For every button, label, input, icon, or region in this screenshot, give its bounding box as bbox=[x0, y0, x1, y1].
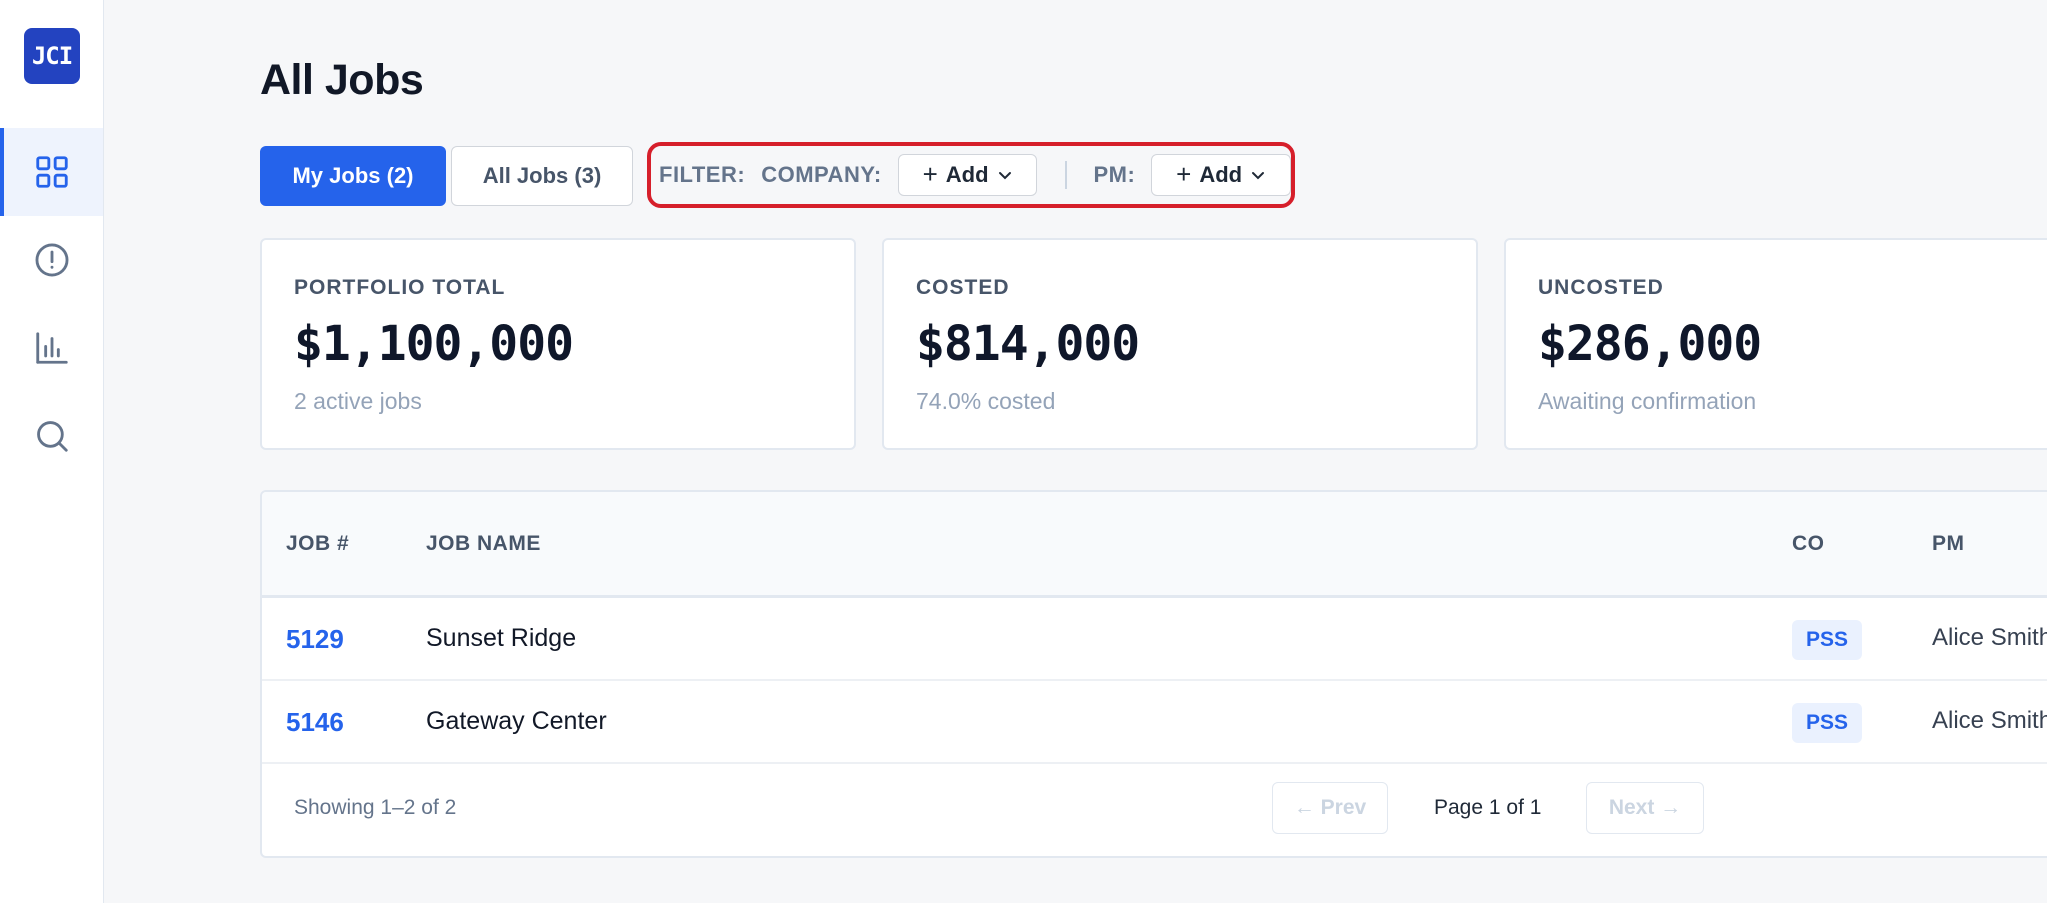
filter-label: FILTER: bbox=[659, 162, 746, 187]
plus-icon: + bbox=[922, 158, 938, 189]
pm-add-label: Add bbox=[1199, 162, 1243, 187]
job-name: Gateway Center bbox=[426, 707, 607, 735]
job-number-link[interactable]: 5146 bbox=[286, 707, 344, 738]
page-title: All Jobs bbox=[260, 56, 424, 104]
grid-icon bbox=[35, 156, 68, 188]
pm-add-button[interactable]: + Add bbox=[1151, 154, 1291, 196]
portfolio-total-card: PORTFOLIO TOTAL $1,100,000 2 active jobs bbox=[260, 238, 856, 450]
card-value: $1,100,000 bbox=[294, 316, 574, 372]
table-row[interactable]: 5146 Gateway Center PSS Alice Smith bbox=[262, 681, 2047, 764]
company-filter-label: COMPANY: bbox=[761, 162, 882, 187]
app-logo[interactable]: JCI bbox=[24, 28, 80, 84]
main-content: All Jobs My Jobs (2) All Jobs (3) FILTER… bbox=[104, 0, 2047, 903]
card-label: COSTED bbox=[916, 276, 1010, 299]
company-badge: PSS bbox=[1792, 620, 1863, 660]
chevron-down-icon bbox=[1252, 172, 1265, 180]
chevron-down-icon bbox=[998, 172, 1011, 180]
filter-bar: FILTER: COMPANY: + Add PM: + Add bbox=[647, 142, 1295, 208]
pm-name: Alice Smith bbox=[1932, 707, 2047, 734]
prev-page-button[interactable]: ← Prev bbox=[1272, 782, 1388, 834]
page-info: Page 1 of 1 bbox=[1434, 796, 1542, 819]
filter-divider bbox=[1065, 161, 1068, 189]
showing-count: Showing 1–2 of 2 bbox=[294, 796, 457, 819]
card-subtext: Awaiting confirmation bbox=[1538, 388, 1757, 414]
card-label: UNCOSTED bbox=[1538, 276, 1664, 299]
card-value: $814,000 bbox=[916, 316, 1140, 372]
next-page-button[interactable]: Next → bbox=[1586, 782, 1704, 834]
company-add-label: Add bbox=[945, 162, 989, 187]
card-subtext: 2 active jobs bbox=[294, 388, 422, 414]
company-add-button[interactable]: + Add bbox=[897, 154, 1038, 196]
col-header-job-num[interactable]: JOB # bbox=[286, 532, 349, 556]
job-number-link[interactable]: 5129 bbox=[286, 624, 344, 655]
nav-reports[interactable] bbox=[0, 304, 103, 392]
bar-chart-icon bbox=[35, 332, 68, 364]
pm-name: Alice Smith bbox=[1932, 624, 2047, 651]
jobs-table: JOB # JOB NAME CO PM 5129 Sunset Ridge P… bbox=[260, 490, 2047, 858]
tab-all-jobs[interactable]: All Jobs (3) bbox=[451, 146, 633, 206]
nav-alerts[interactable] bbox=[0, 216, 103, 304]
card-value: $286,000 bbox=[1538, 316, 1762, 372]
alert-circle-icon bbox=[35, 243, 68, 277]
uncosted-card: UNCOSTED $286,000 Awaiting confirmation bbox=[1504, 238, 2047, 450]
search-icon bbox=[36, 421, 68, 452]
nav-dashboard[interactable] bbox=[0, 128, 103, 216]
plus-icon: + bbox=[1176, 158, 1192, 189]
costed-card: COSTED $814,000 74.0% costed bbox=[882, 238, 1478, 450]
table-row[interactable]: 5129 Sunset Ridge PSS Alice Smith bbox=[262, 598, 2047, 681]
card-label: PORTFOLIO TOTAL bbox=[294, 276, 506, 299]
table-header: JOB # JOB NAME CO PM bbox=[262, 492, 2047, 598]
col-header-pm[interactable]: PM bbox=[1932, 532, 1965, 556]
sidebar: JCI bbox=[0, 0, 104, 903]
card-subtext: 74.0% costed bbox=[916, 388, 1056, 414]
pm-filter-label: PM: bbox=[1093, 162, 1136, 187]
col-header-co[interactable]: CO bbox=[1792, 532, 1825, 556]
nav-search[interactable] bbox=[0, 392, 103, 480]
job-name: Sunset Ridge bbox=[426, 624, 577, 652]
tab-my-jobs[interactable]: My Jobs (2) bbox=[260, 146, 446, 206]
company-badge: PSS bbox=[1792, 703, 1863, 743]
col-header-job-name[interactable]: JOB NAME bbox=[426, 532, 541, 556]
